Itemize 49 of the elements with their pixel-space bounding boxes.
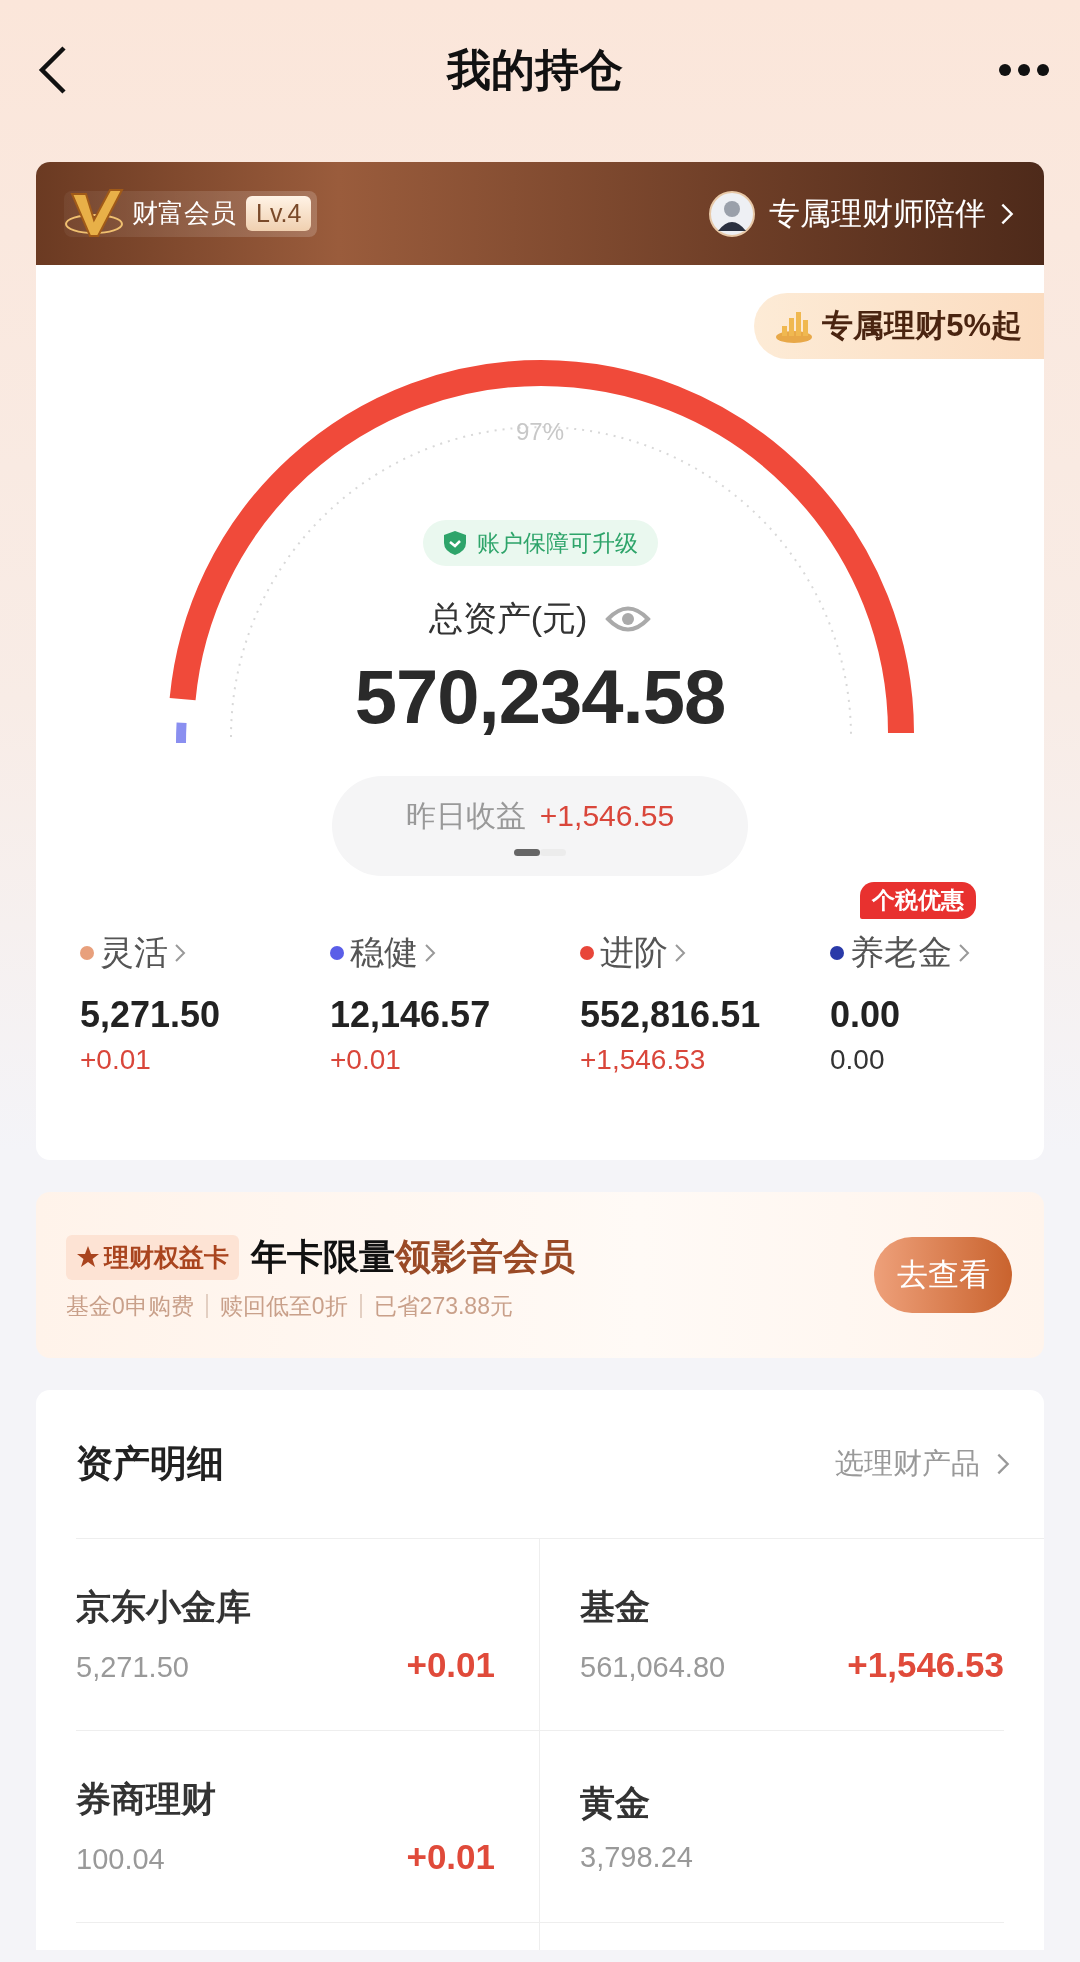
chevron-right-icon (958, 942, 970, 964)
yesterday-earnings-value: +1,546.55 (539, 799, 675, 833)
category-link[interactable]: 养老金 (830, 930, 1044, 976)
shield-icon (442, 530, 467, 556)
category-amount: 552,816.51 (580, 994, 762, 1036)
category-link[interactable]: 灵活 (80, 930, 330, 976)
category-change: +0.01 (80, 1044, 152, 1076)
chevron-right-icon (174, 942, 186, 964)
asset-item[interactable]: 基金 561,064.80 +1,546.53 (540, 1539, 1004, 1731)
category-amount: 0.00 (830, 994, 902, 1036)
benefit-perk: 基金0申购费 (66, 1293, 195, 1318)
benefit-tag: 理财权益卡 (66, 1234, 239, 1280)
chevron-right-icon (996, 1451, 1010, 1477)
category-link[interactable]: 稳健 (330, 930, 580, 976)
tax-badge: 个税优惠 (860, 882, 976, 919)
asset-amount: 5,271.50 (76, 1651, 189, 1684)
category-change: +0.01 (330, 1044, 402, 1076)
chevron-right-icon (674, 942, 686, 964)
benefit-perk: 赎回低至0折 (205, 1293, 360, 1318)
asset-amount: 100.04 (76, 1843, 165, 1876)
total-assets-label: 总资产(元) (428, 598, 588, 639)
promo-tag[interactable]: 专属理财5%起 (754, 293, 1044, 359)
star-icon (76, 1245, 100, 1269)
member-name: 财富会员 (131, 197, 237, 230)
asset-item[interactable]: 黄金 3,798.24 (540, 1731, 1004, 1923)
asset-amount: 561,064.80 (580, 1651, 726, 1684)
total-assets-value: 570,234.58 (354, 653, 726, 741)
more-icon[interactable] (998, 63, 1050, 77)
category-amount: 5,271.50 (80, 994, 222, 1036)
asset-change: +0.01 (406, 1645, 495, 1685)
asset-change: +1,546.53 (847, 1645, 1004, 1685)
asset-item[interactable]: 京东小金库 5,271.50 +0.01 (76, 1539, 540, 1731)
benefit-title: 年卡限量领影音会员 (251, 1234, 575, 1279)
category-change: 0.00 (830, 1044, 886, 1076)
category-change: +1,546.53 (580, 1044, 707, 1076)
chevron-right-icon (424, 942, 436, 964)
category-link[interactable]: 进阶 (580, 930, 830, 976)
section-title: 资产明细 (76, 1442, 224, 1486)
category-amount: 12,146.57 (330, 994, 492, 1036)
chevron-right-icon (1000, 201, 1014, 226)
level-badge: Lv.4 (246, 196, 312, 231)
asset-item[interactable]: 券商理财 100.04 +0.01 (76, 1731, 540, 1923)
page-title: 我的持仓 (447, 43, 623, 96)
asset-amount: 3,798.24 (580, 1840, 693, 1874)
asset-change: +0.01 (406, 1837, 495, 1877)
avatar (709, 190, 755, 237)
yesterday-earnings-label: 昨日收益 (405, 798, 526, 834)
benefit-perk: 已省273.88元 (359, 1293, 525, 1318)
advisor-link[interactable]: 专属理财师陪伴 (709, 190, 1014, 237)
